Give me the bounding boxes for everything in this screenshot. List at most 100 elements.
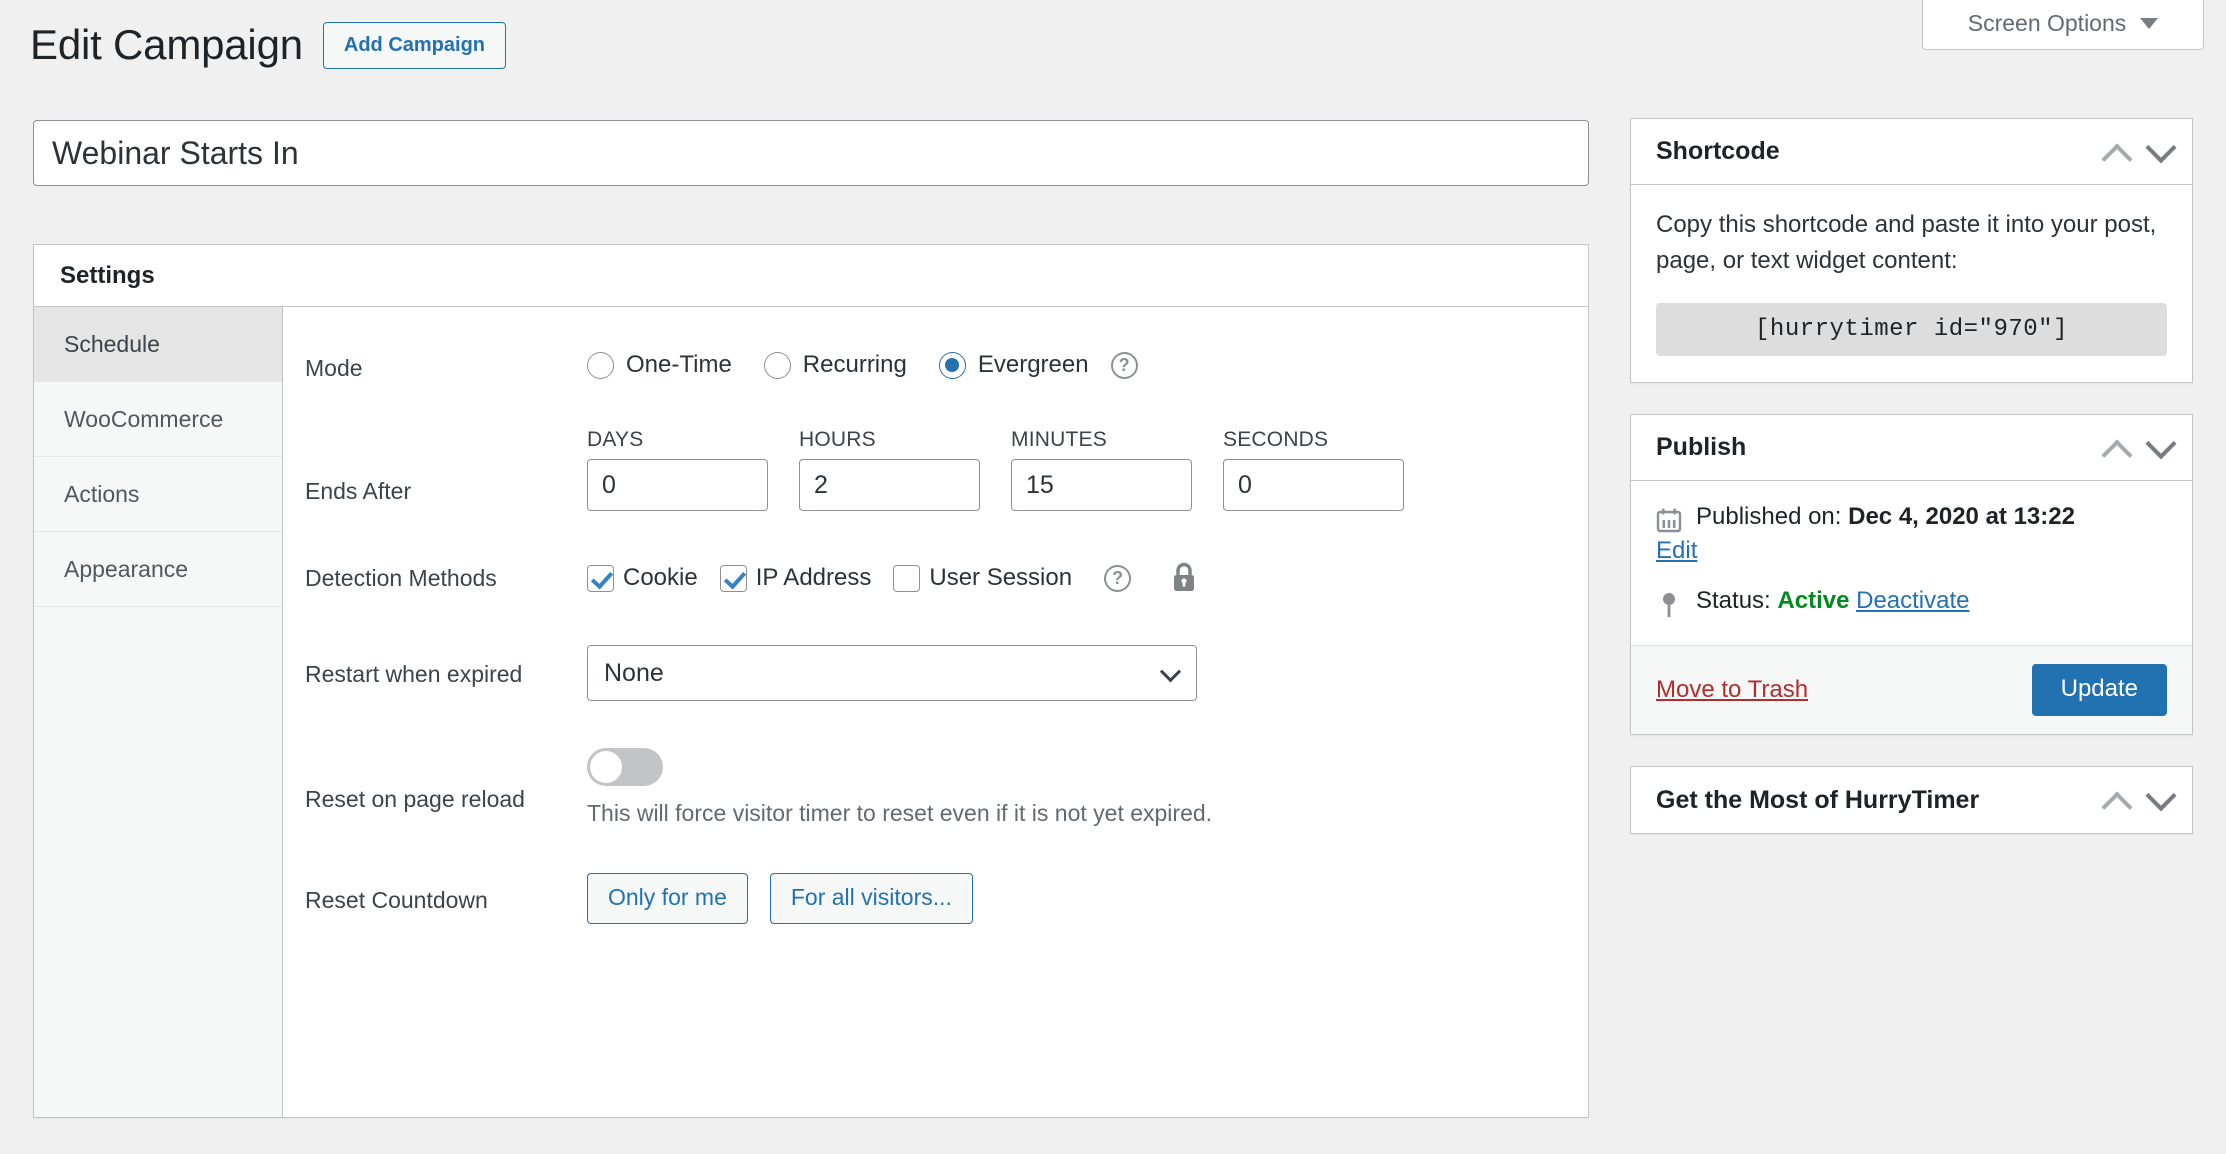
status-badge: Active — [1777, 587, 1850, 614]
restart-when-expired-label: Restart when expired — [305, 661, 523, 687]
seconds-caption: SECONDS — [1223, 428, 1329, 451]
published-on-date: Dec 4, 2020 at 13:22 — [1848, 503, 2075, 530]
publish-postbox-title: Publish — [1656, 433, 1747, 461]
reset-for-all-visitors-button[interactable]: For all visitors... — [769, 873, 973, 924]
reset-countdown-buttons: Only for me For all visitors... — [587, 873, 1588, 924]
checkbox-icon — [893, 564, 921, 592]
hours-input[interactable] — [799, 459, 980, 511]
ends-after-label: Ends After — [305, 478, 412, 504]
shortcode-postbox: Shortcode Copy this shortcode and paste … — [1630, 118, 2193, 383]
shortcode-postbox-body: Copy this shortcode and paste it into yo… — [1631, 185, 2192, 382]
detection-methods-label: Detection Methods — [305, 565, 497, 591]
calendar-icon — [1656, 503, 1682, 533]
checkbox-ip-address[interactable]: IP Address — [719, 564, 872, 592]
restart-when-expired-select[interactable]: None — [587, 645, 1197, 701]
radio-recurring[interactable]: Recurring — [763, 351, 907, 379]
seconds-input[interactable] — [1223, 459, 1404, 511]
sidebar-column: Shortcode Copy this shortcode and paste … — [1630, 118, 2193, 865]
minutes-caption: MINUTES — [1011, 428, 1107, 451]
sidebar-item-schedule[interactable]: Schedule — [34, 307, 282, 382]
checkbox-cookie[interactable]: Cookie — [587, 564, 698, 592]
status-line: Status: Active Deactivate — [1656, 587, 2167, 619]
minutes-field: MINUTES — [1011, 428, 1192, 511]
checkbox-label: User Session — [929, 564, 1073, 591]
postbox-toggle-icons — [2101, 427, 2177, 471]
add-campaign-button[interactable]: Add Campaign — [322, 22, 507, 69]
radio-circle-icon — [587, 351, 614, 379]
tab-label: Schedule — [64, 330, 160, 357]
page-title: Edit Campaign — [30, 21, 303, 69]
field-row-reset-countdown: Reset Countdown Only for me For all visi… — [283, 873, 1588, 924]
toggle-knob — [590, 751, 622, 783]
field-row-ends-after: Ends After DAYS HOURS MINUTES — [283, 428, 1588, 511]
published-on-prefix: Published on: — [1696, 503, 1842, 530]
radio-label: Evergreen — [977, 351, 1089, 378]
radio-label: One-Time — [626, 351, 732, 378]
campaign-title-input[interactable] — [33, 120, 1589, 186]
days-input[interactable] — [587, 459, 768, 511]
screen-options-label: Screen Options — [1967, 10, 2127, 36]
chevron-up-icon[interactable] — [2101, 439, 2133, 471]
reset-on-page-reload-hint: This will force visitor timer to reset e… — [587, 800, 1213, 826]
lock-icon — [1169, 561, 1199, 595]
days-caption: DAYS — [587, 428, 644, 451]
seconds-field: SECONDS — [1223, 428, 1404, 511]
chevron-down-icon — [1159, 661, 1182, 683]
hours-caption: HOURS — [799, 428, 876, 451]
move-to-trash-link[interactable]: Move to Trash — [1656, 676, 1808, 704]
settings-metabox-title: Settings — [34, 245, 1588, 307]
published-on-line: Published on: Dec 4, 2020 at 13:22 — [1656, 503, 2167, 533]
sidebar-item-actions[interactable]: Actions — [34, 457, 282, 532]
status-prefix: Status: — [1696, 587, 1771, 614]
shortcode-postbox-header[interactable]: Shortcode — [1631, 119, 2192, 185]
reset-only-for-me-button[interactable]: Only for me — [587, 873, 748, 924]
publish-postbox-header[interactable]: Publish — [1631, 415, 2192, 481]
field-row-detection-methods: Detection Methods Cookie IP Address User… — [283, 561, 1588, 595]
chevron-down-icon[interactable] — [2145, 427, 2177, 459]
postbox-toggle-icons — [2101, 780, 2177, 824]
postbox-toggle-icons — [2101, 131, 2177, 175]
radio-label: Recurring — [802, 351, 907, 378]
reset-on-page-reload-toggle[interactable] — [587, 748, 663, 786]
radio-evergreen[interactable]: Evergreen ? — [938, 351, 1138, 379]
shortcode-value[interactable]: [hurrytimer id="970"] — [1656, 303, 2167, 356]
mode-label: Mode — [305, 355, 363, 381]
minutes-input[interactable] — [1011, 459, 1192, 511]
tab-label: Appearance — [64, 555, 189, 582]
shortcode-description: Copy this shortcode and paste it into yo… — [1656, 211, 2157, 274]
chevron-down-icon[interactable] — [2145, 780, 2177, 812]
publish-postbox: Publish Published on: Dec 4, 2020 at 13:… — [1630, 414, 2193, 736]
detection-methods-group: Cookie IP Address User Session ? — [587, 561, 1588, 595]
checkbox-user-session[interactable]: User Session — [893, 564, 1072, 592]
update-button[interactable]: Update — [2031, 664, 2167, 717]
deactivate-link[interactable]: Deactivate — [1856, 587, 1969, 614]
help-circle-icon[interactable]: ? — [1110, 351, 1138, 379]
checkbox-label: IP Address — [755, 564, 872, 591]
edit-published-date-link[interactable]: Edit — [1656, 537, 1697, 565]
promo-postbox: Get the Most of HurryTimer — [1630, 766, 2193, 835]
help-circle-icon[interactable]: ? — [1104, 564, 1132, 592]
select-value: None — [604, 658, 664, 687]
field-row-mode: Mode One-Time Recurring Evergreen ? — [283, 351, 1588, 382]
checkbox-icon — [587, 564, 614, 592]
field-row-restart-when-expired: Restart when expired None — [283, 645, 1588, 701]
chevron-up-icon[interactable] — [2101, 143, 2133, 175]
sidebar-item-woocommerce[interactable]: WooCommerce — [34, 382, 282, 457]
ends-after-group: DAYS HOURS MINUTES SECONDS — [587, 428, 1588, 511]
field-row-reset-on-page-reload: Reset on page reload This will force vis… — [283, 748, 1588, 827]
settings-tab-list: Schedule WooCommerce Actions Appearance — [34, 307, 283, 1117]
chevron-down-icon[interactable] — [2145, 131, 2177, 163]
promo-postbox-header[interactable]: Get the Most of HurryTimer — [1631, 767, 2192, 833]
publish-postbox-footer: Move to Trash Update — [1631, 645, 2192, 735]
page-header: Edit Campaign Add Campaign — [30, 21, 507, 69]
radio-one-time[interactable]: One-Time — [587, 351, 732, 379]
chevron-up-icon[interactable] — [2101, 791, 2133, 824]
tab-label: Actions — [64, 480, 140, 507]
promo-postbox-title: Get the Most of HurryTimer — [1656, 785, 1980, 814]
sidebar-item-appearance[interactable]: Appearance — [34, 532, 282, 607]
tab-label: WooCommerce — [64, 405, 224, 432]
settings-metabox: Settings Schedule WooCommerce Actions Ap… — [33, 244, 1589, 1118]
reset-countdown-label: Reset Countdown — [305, 887, 488, 913]
days-field: DAYS — [587, 428, 768, 511]
screen-options-button[interactable]: Screen Options — [1922, 0, 2204, 50]
